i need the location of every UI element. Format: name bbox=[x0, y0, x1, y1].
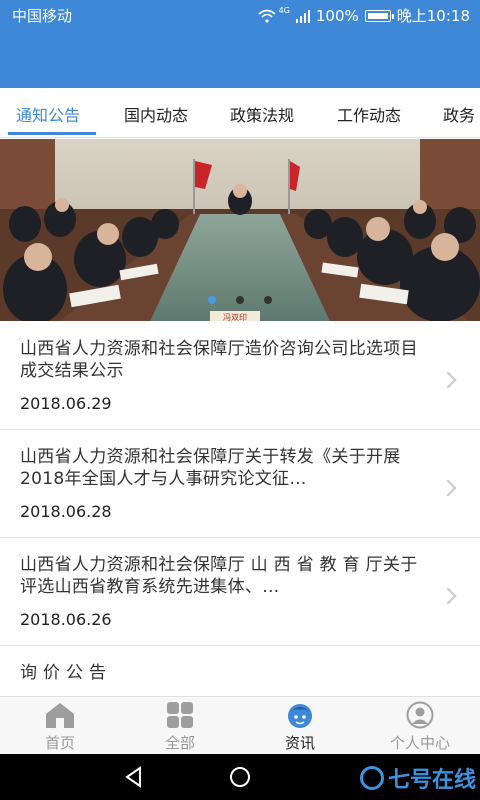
bottom-nav: 首页 全部 资讯 个人中心 bbox=[0, 696, 480, 754]
news-list: 山西省人力资源和社会保障厅造价咨询公司比选项目成交结果公示 2018.06.29… bbox=[0, 322, 480, 696]
tab-domestic-news[interactable]: 国内动态 bbox=[124, 102, 188, 126]
nav-label: 全部 bbox=[164, 734, 195, 752]
list-item[interactable]: 山西省人力资源和社会保障厅关于转发《关于开展2018年全国人才与人事研究论文征…… bbox=[0, 430, 480, 538]
wifi-icon bbox=[258, 9, 276, 23]
news-date: 2018.06.29 bbox=[20, 394, 112, 413]
tab-notices[interactable]: 通知公告 bbox=[16, 102, 80, 126]
status-bar: 中国移动 4G 100% 晚上10:18 bbox=[0, 0, 480, 28]
signal-icon bbox=[295, 9, 310, 23]
carousel-dot[interactable] bbox=[208, 296, 216, 304]
news-date: 2018.06.28 bbox=[20, 502, 112, 521]
watermark: 七号在线 bbox=[359, 762, 476, 794]
carrier-name: 中国移动 bbox=[12, 7, 73, 25]
nav-all[interactable]: 全部 bbox=[120, 697, 240, 755]
home-circle-icon[interactable] bbox=[229, 766, 251, 788]
nav-label: 个人中心 bbox=[389, 734, 450, 752]
watermark-logo-icon bbox=[359, 766, 384, 790]
meeting-photo: 冯双印 bbox=[0, 139, 480, 321]
tab-government[interactable]: 政务 bbox=[443, 102, 475, 126]
home-icon bbox=[46, 703, 74, 728]
news-title: 山西省人力资源和社会保障厅关于转发《关于开展2018年全国人才与人事研究论文征… bbox=[20, 447, 401, 489]
system-nav-bar: 七号在线 bbox=[0, 754, 480, 800]
nav-label: 资讯 bbox=[284, 734, 315, 752]
news-title: 询 价 公 告 bbox=[20, 663, 107, 683]
nav-news[interactable]: 资讯 bbox=[240, 697, 360, 755]
tab-policies[interactable]: 政策法规 bbox=[230, 102, 294, 126]
banner-carousel[interactable]: 冯双印 bbox=[0, 139, 480, 321]
nav-profile[interactable]: 个人中心 bbox=[360, 697, 480, 755]
status-icons: 4G 100% 晚上10:18 bbox=[258, 5, 470, 26]
carousel-indicator bbox=[0, 296, 480, 304]
clock: 晚上10:18 bbox=[396, 7, 470, 25]
network-type: 4G bbox=[278, 6, 290, 15]
user-icon bbox=[406, 701, 434, 729]
news-face-icon bbox=[288, 704, 312, 728]
battery-percent: 100% bbox=[315, 6, 359, 25]
news-title: 山西省人力资源和社会保障厅造价咨询公司比选项目成交结果公示 bbox=[20, 339, 418, 381]
chevron-right-icon bbox=[439, 587, 457, 605]
chevron-right-icon bbox=[439, 371, 457, 389]
chevron-right-icon bbox=[439, 479, 457, 497]
active-tab-indicator bbox=[8, 132, 96, 135]
news-title: 山西省人力资源和社会保障厅 山 西 省 教 育 厅关于评选山西省教育系统先进集体… bbox=[20, 555, 418, 597]
list-item[interactable]: 询 价 公 告 bbox=[0, 646, 480, 696]
carousel-dot[interactable] bbox=[236, 296, 244, 304]
app-header bbox=[0, 28, 480, 88]
list-item[interactable]: 山西省人力资源和社会保障厅 山 西 省 教 育 厅关于评选山西省教育系统先进集体… bbox=[0, 538, 480, 646]
grid-icon bbox=[167, 702, 193, 728]
nav-home[interactable]: 首页 bbox=[0, 697, 120, 755]
nameplate-text: 冯双印 bbox=[223, 313, 247, 321]
news-date: 2018.06.26 bbox=[20, 610, 112, 629]
category-tabs: 通知公告 国内动态 政策法规 工作动态 政务 bbox=[0, 88, 480, 138]
list-item[interactable]: 山西省人力资源和社会保障厅造价咨询公司比选项目成交结果公示 2018.06.29 bbox=[0, 322, 480, 430]
back-icon[interactable] bbox=[124, 766, 144, 788]
watermark-text: 七号在线 bbox=[387, 768, 476, 793]
tab-work-news[interactable]: 工作动态 bbox=[337, 102, 401, 126]
battery-icon bbox=[364, 9, 394, 22]
carousel-dot[interactable] bbox=[264, 296, 272, 304]
nav-label: 首页 bbox=[44, 734, 75, 752]
